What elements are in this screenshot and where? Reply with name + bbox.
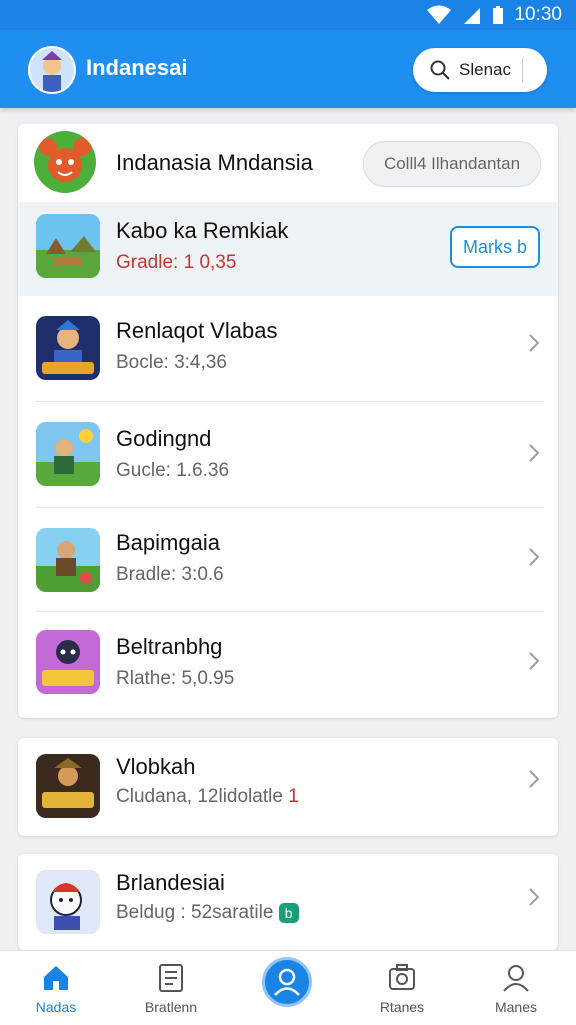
app-bar: Indanesai Slenac [0, 30, 576, 108]
item-subtitle: Gucle: 1.6.36 [116, 460, 230, 481]
item-sub-text: Cludana, 12lidolatle [116, 786, 283, 807]
nav-item-photos[interactable]: Rtanes [352, 951, 452, 1025]
chevron-right-icon [529, 888, 540, 906]
nav-label: Bratlenn [144, 999, 198, 1015]
mark-button[interactable]: Marks b [450, 226, 540, 268]
list-item[interactable]: Godingnd Gucle: 1.6.36 [18, 402, 558, 508]
bottom-navigation: Nadas Bratlenn Rtanes Manes [0, 950, 576, 1025]
item-title: Godingnd [116, 426, 212, 451]
search-button[interactable]: Slenac [413, 48, 547, 92]
featured-thumbnail [36, 214, 100, 278]
item-thumbnail [36, 422, 100, 486]
chevron-right-icon [529, 652, 540, 670]
featured-sub-prefix: Gradle: [116, 252, 184, 273]
status-bar: 10:30 [0, 0, 576, 30]
chevron-right-icon [529, 444, 540, 462]
item-title: Bapimgaia [116, 530, 220, 555]
battery-icon [493, 6, 504, 24]
nav-label: Rtanes [379, 999, 425, 1015]
featured-row[interactable]: Kabo ka Remkiak Gradle: 1 0,35 Marks b [18, 202, 558, 296]
nav-item-profile[interactable]: Manes [466, 951, 566, 1025]
item-thumbnail [36, 870, 100, 934]
avatar-illustration [30, 48, 74, 92]
item-subtitle: Bradle: 3:0.6 [116, 564, 224, 585]
search-divider [522, 58, 523, 82]
item-title: Beltranbhg [116, 634, 223, 659]
featured-sub-value: 1 0,35 [183, 252, 237, 273]
card-header: Indanasia Mndansia Colll4 Ilhandantan [18, 124, 558, 202]
header-avatar [34, 131, 96, 193]
list-item[interactable]: Renlaqot Vlabas Bocle: 3:4,36 [18, 296, 558, 402]
collect-button[interactable]: Colll4 Ilhandantan [363, 141, 541, 187]
item-subtitle: Beldug : 52saratile b [116, 902, 299, 924]
document-icon [159, 964, 183, 992]
featured-title: Kabo ka Remkiak [116, 218, 289, 243]
item-sub-text: Beldug : 52saratile [116, 902, 274, 923]
item-subtitle: Rlathe: 5,0.95 [116, 668, 235, 689]
card-header-title: Indanasia Mndansia [116, 150, 313, 175]
item-title: Renlaqot Vlabas [116, 318, 278, 343]
app-title: Indanesai [86, 55, 188, 80]
item-subtitle: Bocle: 3:4,36 [116, 352, 227, 373]
item-thumbnail [36, 316, 100, 380]
camera-frame-icon [389, 964, 415, 990]
status-time: 10:30 [514, 4, 562, 25]
item-title: Vlobkah [116, 754, 196, 779]
item-subtitle: Cludana, 12lidolatle 1 [116, 786, 299, 808]
search-icon [430, 60, 450, 80]
app-avatar[interactable] [28, 46, 76, 94]
chevron-right-icon [529, 334, 540, 352]
list-item-card[interactable]: Vlobkah Cludana, 12lidolatle 1 [18, 738, 558, 836]
chevron-right-icon [529, 548, 540, 566]
search-label: Slenac [459, 60, 511, 79]
status-badge: b [278, 902, 299, 923]
item-sub-value: 1 [288, 786, 299, 807]
list-item[interactable]: Beltranbhg Rlathe: 5,0.95 [18, 612, 558, 718]
nav-label: Nadas [35, 999, 77, 1015]
chevron-right-icon [529, 770, 540, 788]
nav-label: Manes [494, 999, 538, 1015]
list-item[interactable]: Bapimgaia Bradle: 3:0.6 [18, 508, 558, 612]
item-title: Brlandesiai [116, 870, 225, 895]
list-item-card[interactable]: Brlandesiai Beldug : 52saratile b [18, 854, 558, 950]
home-icon [44, 966, 68, 990]
featured-subtitle: Gradle: 1 0,35 [116, 252, 236, 274]
profile-fab-button[interactable] [262, 957, 312, 1007]
person-icon [503, 965, 529, 992]
profile-icon [274, 968, 300, 996]
nav-item-home[interactable]: Nadas [6, 951, 106, 1025]
item-thumbnail [36, 630, 100, 694]
game-list-card: Indanasia Mndansia Colll4 Ilhandantan Ka… [18, 124, 558, 718]
nav-item-documents[interactable]: Bratlenn [121, 951, 221, 1025]
signal-icon [464, 8, 481, 24]
item-thumbnail [36, 754, 100, 818]
wifi-icon [427, 5, 452, 24]
item-thumbnail [36, 528, 100, 592]
